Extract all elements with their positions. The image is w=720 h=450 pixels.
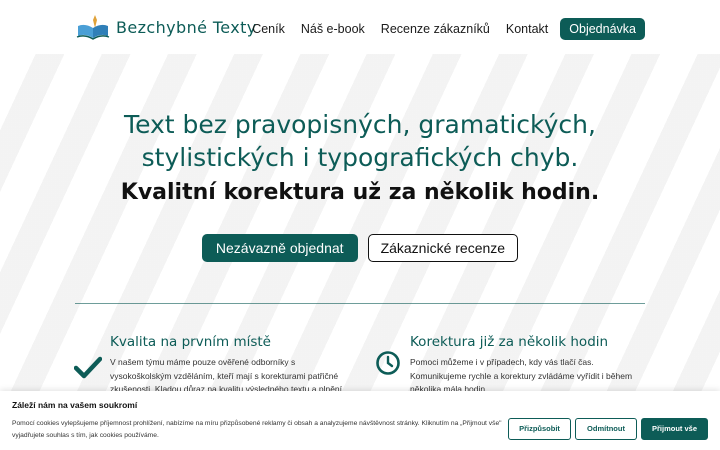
logo[interactable]: Bezchybné Texty — [76, 14, 257, 40]
feature-quality: Kvalita na prvním místě V našem týmu mám… — [110, 334, 350, 397]
feature-title: Korektura již za několik hodin — [410, 334, 609, 350]
cookie-customize-button[interactable]: Přizpůsobit — [508, 418, 571, 440]
cookie-accept-button[interactable]: Přijmout vše — [641, 418, 708, 440]
hero-subheadline: Kvalitní korektura už za několik hodin. — [120, 180, 600, 205]
cookie-reject-button[interactable]: Odmítnout — [575, 418, 637, 440]
feature-speed: Korektura již za několik hodin Pomoci mů… — [410, 334, 650, 397]
section-divider — [75, 303, 645, 304]
feature-title: Kvalita na prvním místě — [110, 334, 271, 350]
main-nav: Ceník Náš e-book Recenze zákazníků Konta… — [236, 18, 645, 40]
nav-link-kontakt[interactable]: Kontakt — [506, 22, 548, 36]
order-now-button[interactable]: Nezávazně objednat — [201, 234, 358, 262]
headline-line-2: stylistických i typografických chyb. — [141, 143, 579, 172]
hero-buttons: Nezávazně objednat Zákaznické recenze — [0, 234, 720, 262]
headline-line-1: Text bez pravopisných, gramatických, — [124, 110, 596, 139]
nav-link-ebook[interactable]: Náš e-book — [301, 22, 365, 36]
hero-headline: Text bez pravopisných, gramatických, sty… — [0, 108, 720, 174]
checkmark-icon — [74, 356, 102, 379]
reviews-button[interactable]: Zákaznické recenze — [367, 234, 519, 262]
clock-icon — [376, 351, 400, 375]
hero: Text bez pravopisných, gramatických, sty… — [0, 108, 720, 208]
nav-link-cenik[interactable]: Ceník — [252, 22, 285, 36]
cookie-title: Záleží nám na vašem soukromí — [12, 400, 138, 410]
open-book-quill-icon — [76, 15, 110, 40]
site-header: Bezchybné Texty Ceník Náš e-book Recenze… — [0, 0, 720, 54]
order-button[interactable]: Objednávka — [560, 18, 645, 40]
nav-link-recenze[interactable]: Recenze zákazníků — [381, 22, 490, 36]
cookie-text: Pomocí cookies vylepšujeme příjemnost pr… — [12, 420, 502, 439]
